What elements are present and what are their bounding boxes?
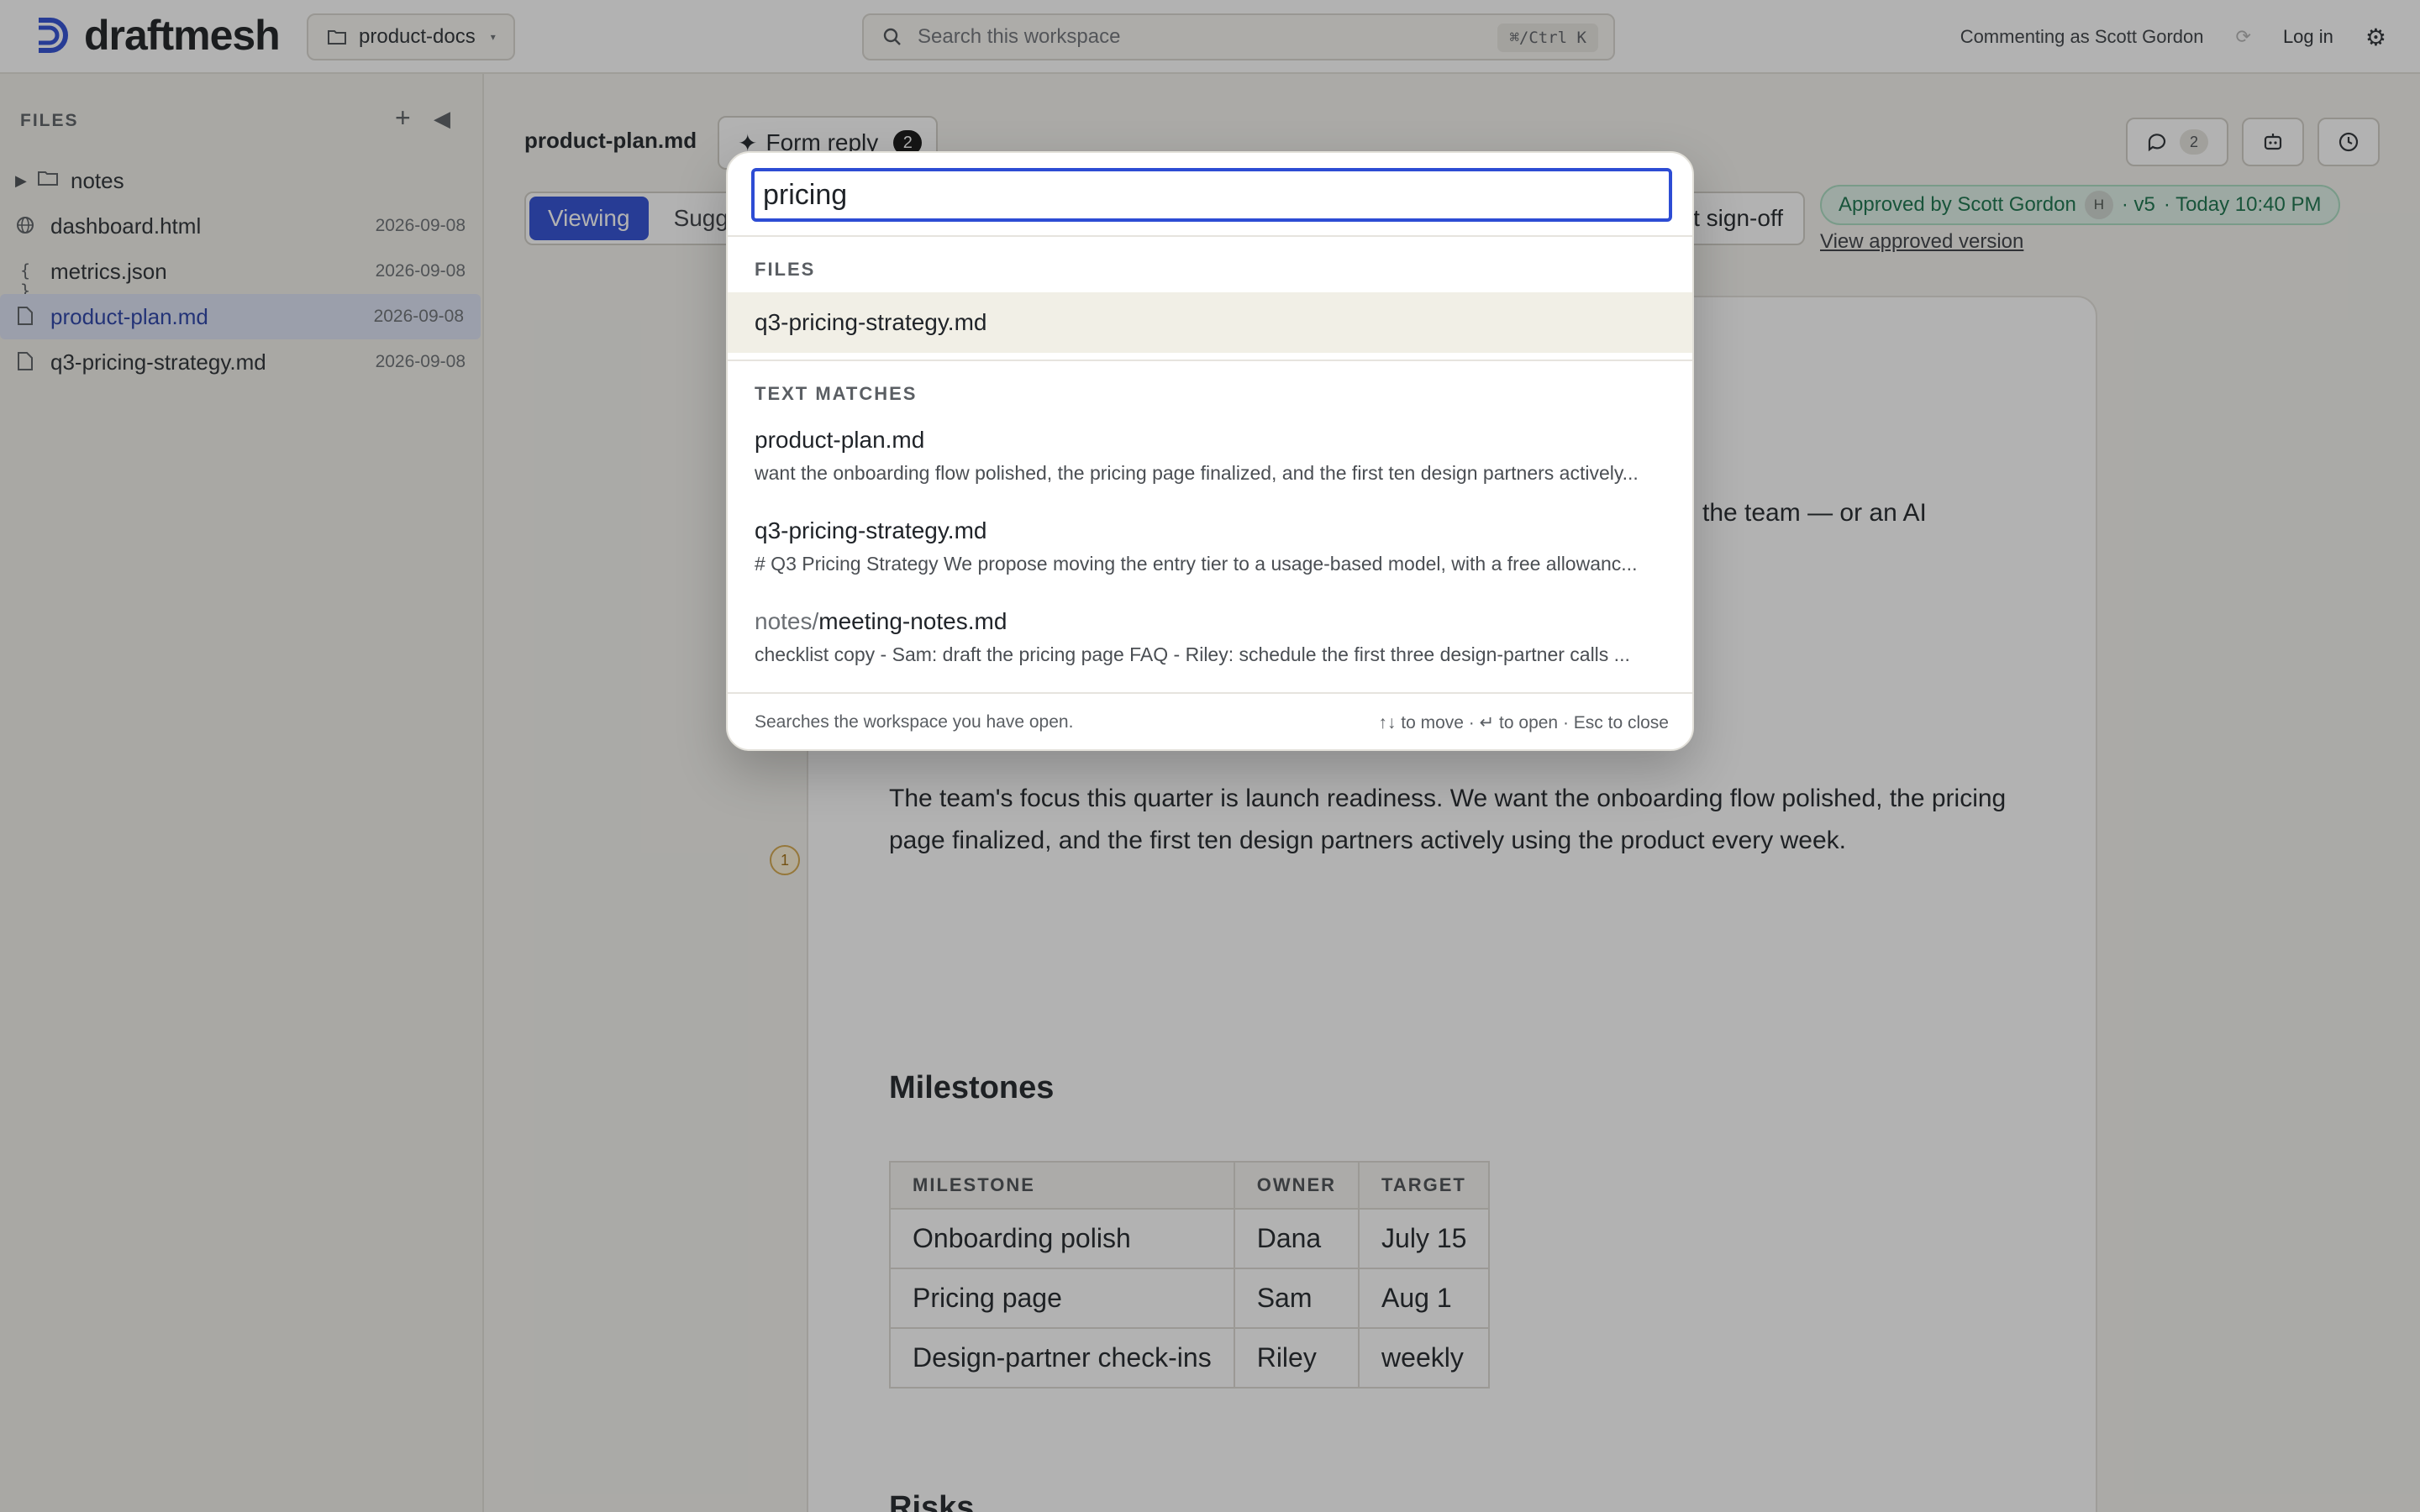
- text-matches-heading: TEXT MATCHES: [755, 383, 918, 404]
- search-palette: FILES q3-pricing-strategy.md TEXT MATCHE…: [726, 151, 1694, 751]
- files-section-heading: FILES: [755, 259, 816, 280]
- palette-footer-hint: Searches the workspace you have open.: [755, 712, 1074, 732]
- text-match-item[interactable]: q3-pricing-strategy.md # Q3 Pricing Stra…: [755, 517, 1670, 575]
- file-result-item[interactable]: q3-pricing-strategy.md: [728, 292, 1692, 353]
- palette-keyboard-hints: ↑↓ to move · ↵ to open · Esc to close: [1378, 712, 1669, 732]
- palette-footer: Searches the workspace you have open. ↑↓…: [728, 692, 1692, 749]
- text-match-item[interactable]: notes/meeting-notes.md checklist copy - …: [755, 608, 1670, 666]
- match-title: q3-pricing-strategy.md: [755, 517, 1670, 544]
- app-root: draftmesh product-docs ▾ Search this wor…: [0, 0, 2420, 1512]
- match-title: product-plan.md: [755, 427, 1670, 454]
- match-snippet: want the onboarding flow polished, the p…: [755, 462, 1639, 484]
- file-result-label: q3-pricing-strategy.md: [755, 309, 987, 335]
- match-file: q3-pricing-strategy.md: [755, 517, 987, 543]
- match-dir: notes/: [755, 608, 819, 634]
- match-file: meeting-notes.md: [818, 608, 1007, 634]
- divider: [728, 360, 1692, 361]
- match-snippet: # Q3 Pricing Strategy We propose moving …: [755, 553, 1638, 575]
- text-match-item[interactable]: product-plan.md want the onboarding flow…: [755, 427, 1670, 485]
- divider: [728, 235, 1692, 237]
- match-file: product-plan.md: [755, 427, 925, 453]
- palette-search-input[interactable]: [751, 168, 1672, 222]
- palette-input-wrap: [751, 168, 1672, 222]
- match-title: notes/meeting-notes.md: [755, 608, 1670, 635]
- match-snippet: checklist copy - Sam: draft the pricing …: [755, 643, 1630, 665]
